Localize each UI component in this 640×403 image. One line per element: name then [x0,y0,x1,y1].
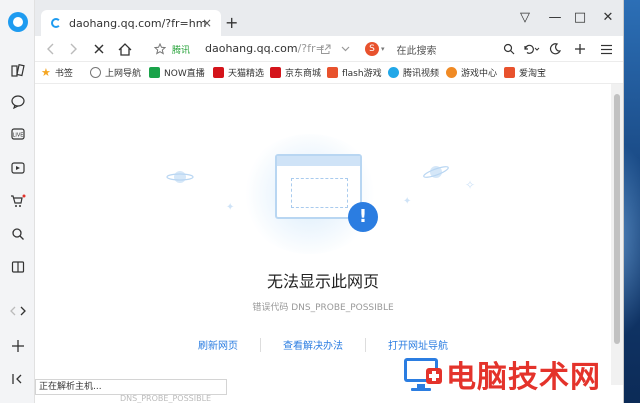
planet-left-icon [166,171,194,183]
jd-icon [270,67,281,78]
undo-icon[interactable] [520,40,542,58]
bookmark-item[interactable]: 天猫精选 [213,66,264,79]
bookmark-item[interactable]: 上网导航 [90,66,141,79]
forward-icon[interactable] [65,40,81,58]
url-host: daohang.qq.com [205,42,298,55]
chevron-down-icon[interactable] [338,40,352,58]
tab-active[interactable]: daohang.qq.com/?fr=hmpage × [41,10,221,36]
sparkle-icon: ✦ [226,202,235,213]
add-icon[interactable] [0,333,35,359]
flash-game-icon [327,67,338,78]
bookmark-star-icon[interactable] [153,40,167,58]
loading-spinner-icon [51,18,61,28]
error-code: 错误代码 DNS_PROBE_POSSIBLE [252,303,394,313]
now-icon [149,67,160,78]
scrollbar[interactable] [611,84,623,385]
tencent-video-icon [388,67,399,78]
menu-icon[interactable] [598,40,614,58]
browser-window: LIVE daohang.qq.com/?fr=hmpage × [0,0,624,403]
address-bar[interactable]: daohang.qq.com/?fr= [205,42,325,55]
taobao-icon [504,67,515,78]
search-box[interactable]: S ▾ 在此搜索 [365,40,485,58]
stop-icon[interactable] [91,40,107,58]
bookmark-item[interactable]: ★ 书签 [41,66,73,79]
globe-icon [90,67,101,78]
chevron-left-right-icon[interactable] [0,298,35,324]
error-illustration: ! [230,124,390,264]
sparkle-icon: ✦ [403,196,412,207]
scroll-thumb[interactable] [614,94,620,344]
bookmark-item[interactable]: 腾讯视频 [388,66,439,79]
bookmark-item[interactable]: 京东商城 [270,66,321,79]
add-page-icon[interactable] [572,40,588,58]
home-icon[interactable] [117,40,133,58]
error-title: 无法显示此网页 [266,272,379,291]
skin-icon[interactable]: ▽ [515,10,535,25]
planet-right-icon [423,166,449,178]
minimize-icon[interactable]: — [545,10,565,25]
collections-icon[interactable] [0,58,35,84]
error-links: 刷新网页 查看解决办法 打开网址导航 [35,337,611,352]
tab-close-icon[interactable]: × [199,15,215,31]
sogou-search-icon: S [365,42,379,56]
sidebar: LIVE [0,0,35,403]
bookmark-item[interactable]: NOW直播 [149,66,205,79]
close-window-icon[interactable]: ✕ [598,10,618,25]
tmall-icon [213,67,224,78]
ghost-error-code: DNS_PROBE_POSSIBLE [120,394,212,403]
watermark: 电脑技术网 [402,352,601,396]
search-submit-icon[interactable] [502,40,516,58]
trust-badge: 腾讯 [172,46,191,56]
qq-browser-logo[interactable] [8,12,28,32]
tab-strip: daohang.qq.com/?fr=hmpage × + ▽ — □ ✕ [35,0,623,36]
engine-dropdown-icon[interactable]: ▾ [381,45,385,53]
reading-icon[interactable] [0,254,35,280]
bookmark-item[interactable]: 爱淘宝 [504,66,546,79]
maximize-icon[interactable]: □ [570,10,590,25]
back-icon[interactable] [43,40,59,58]
alert-icon: ! [348,202,378,232]
chat-icon[interactable] [0,89,35,115]
view-solution-link[interactable]: 查看解决办法 [261,337,365,352]
tab-title: daohang.qq.com/?fr=hmpage [69,16,207,30]
sparkle-icon: ✧ [465,178,476,192]
star-icon: ★ [41,66,51,79]
refresh-link[interactable]: 刷新网页 [176,337,260,352]
navigation-toolbar: 腾讯 daohang.qq.com/?fr= S ▾ 在此搜索 [35,36,623,62]
bookmarks-bar: ★ 书签 上网导航 NOW直播 天猫精选 京东商城 flash游戏 腾讯视频 游戏… [35,62,623,84]
live-icon[interactable]: LIVE [0,121,35,147]
game-center-icon [446,67,457,78]
share-icon[interactable] [318,40,332,58]
computer-medical-icon [402,354,446,394]
bookmark-item[interactable]: flash游戏 [327,66,382,79]
open-navigation-link[interactable]: 打开网址导航 [366,337,470,352]
cart-icon[interactable] [0,188,35,214]
search-input[interactable]: 在此搜索 [397,42,437,57]
video-icon[interactable] [0,155,35,181]
new-tab-button[interactable]: + [225,14,238,32]
collapse-sidebar-icon[interactable] [0,366,35,392]
search-icon[interactable] [0,221,35,247]
bookmark-item[interactable]: 游戏中心 [446,66,497,79]
night-mode-icon[interactable] [547,40,563,58]
status-bar: 正在解析主机... [35,379,227,395]
svg-text:LIVE: LIVE [12,133,23,139]
watermark-text: 电脑技术网 [446,360,601,395]
